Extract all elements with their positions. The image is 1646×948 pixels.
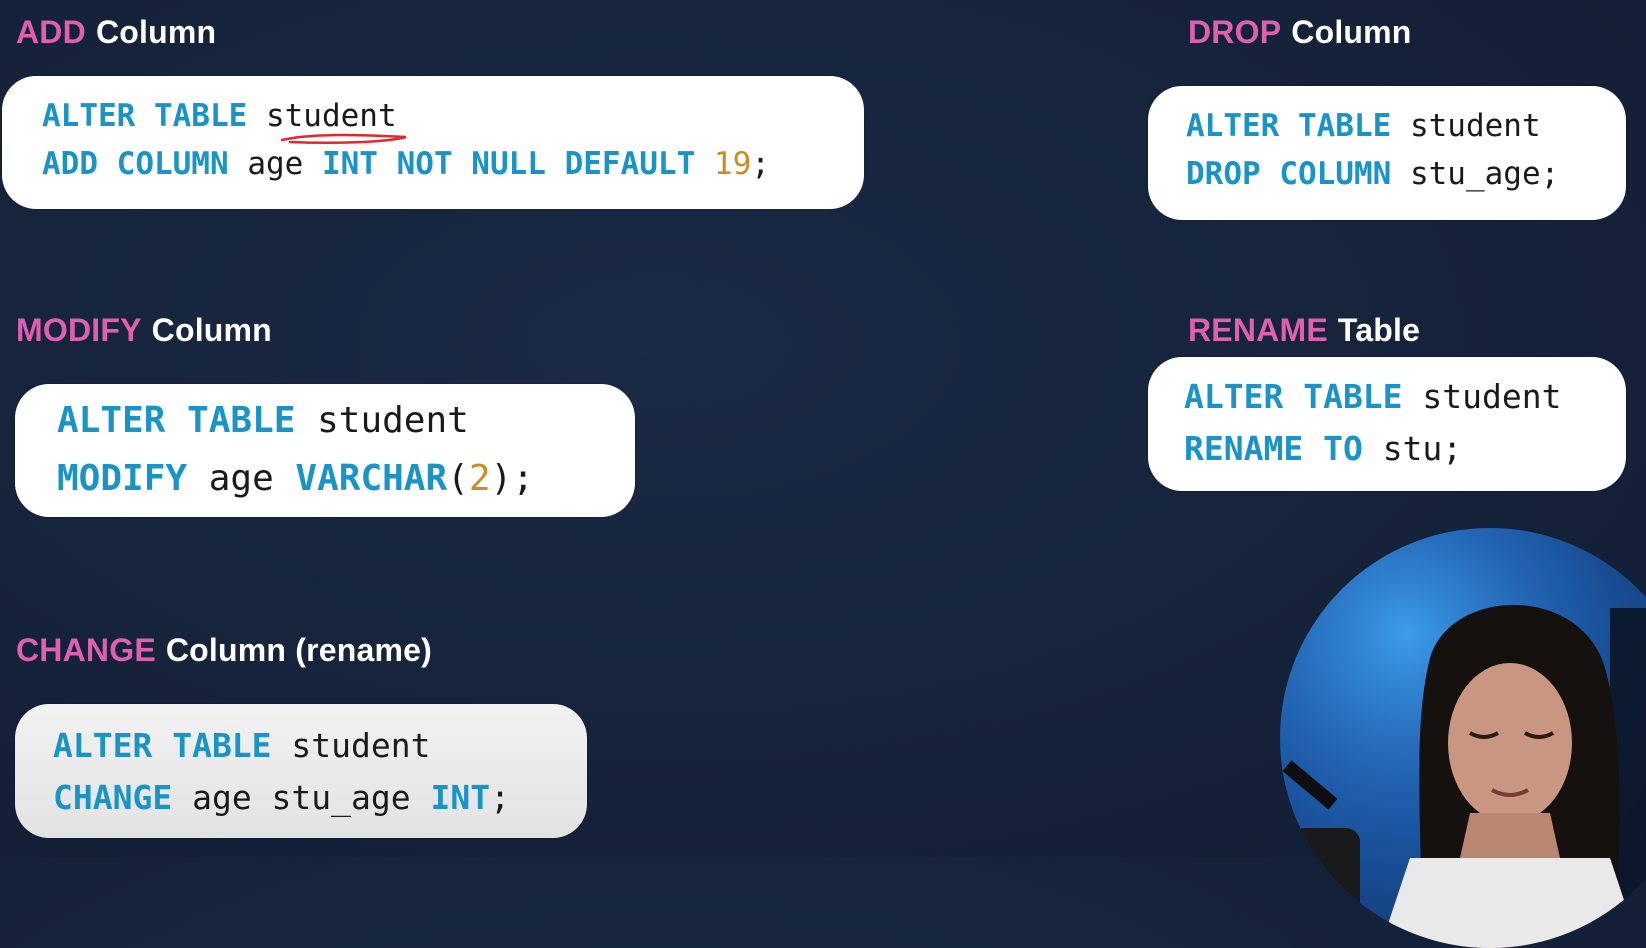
add-column-title: ADD Column — [16, 14, 216, 51]
rename-title-rest: Table — [1337, 312, 1421, 348]
code-token: ; — [751, 146, 770, 182]
modify-title-rest: Column — [151, 312, 272, 348]
code-token: CHANGE — [53, 778, 193, 817]
code-token: DROP COLUMN — [1186, 156, 1410, 192]
rename-title-keyword: RENAME — [1188, 312, 1328, 348]
code-token: 2 — [468, 458, 491, 499]
code-token: age stu_age — [192, 778, 431, 817]
code-token: ALTER TABLE — [1186, 108, 1410, 144]
add-code-line-1: ALTER TABLE student — [42, 98, 397, 134]
drop-title-keyword: DROP — [1188, 14, 1282, 50]
presenter-silhouette — [1280, 528, 1646, 948]
code-token: MODIFY — [57, 458, 209, 499]
code-token: ); — [490, 458, 534, 499]
code-token: ALTER TABLE — [53, 726, 292, 765]
code-token: student — [1422, 377, 1562, 416]
code-token: ; — [490, 778, 510, 817]
code-token: age — [208, 458, 296, 499]
code-token: 19 — [713, 146, 752, 182]
drop-column-code-card: ALTER TABLE student DROP COLUMN stu_age; — [1148, 86, 1626, 220]
rename-table-code-card: ALTER TABLE student RENAME TO stu; — [1148, 357, 1626, 491]
add-code-line-2: ADD COLUMN age INT NOT NULL DEFAULT 19; — [42, 146, 770, 182]
change-column-title: CHANGE Column (rename) — [16, 632, 432, 669]
code-token: ADD COLUMN — [42, 146, 248, 182]
code-token: student — [291, 726, 431, 765]
modify-column-code-card: ALTER TABLE student MODIFY age VARCHAR(2… — [15, 384, 635, 517]
red-underline-annotation — [280, 133, 407, 145]
change-title-keyword: CHANGE — [16, 632, 156, 668]
code-token: stu; — [1382, 429, 1463, 468]
code-token: ALTER TABLE — [42, 98, 266, 134]
code-token: student — [1409, 108, 1541, 144]
modify-title-keyword: MODIFY — [16, 312, 142, 348]
modify-column-title: MODIFY Column — [16, 312, 272, 349]
code-token: stu_age; — [1409, 156, 1560, 192]
drop-code-line-1: ALTER TABLE student — [1186, 108, 1541, 144]
code-token: ALTER TABLE — [57, 400, 318, 441]
modify-code-line-2: MODIFY age VARCHAR(2); — [57, 458, 534, 499]
modify-code-line-1: ALTER TABLE student — [57, 400, 469, 441]
code-token: ALTER TABLE — [1184, 377, 1423, 416]
change-code-line-2: CHANGE age stu_age INT; — [53, 778, 510, 817]
code-token: age — [247, 146, 322, 182]
rename-code-line-1: ALTER TABLE student — [1184, 377, 1562, 416]
rename-code-line-2: RENAME TO stu; — [1184, 429, 1462, 468]
add-column-code-card: ALTER TABLE student ADD COLUMN age INT N… — [2, 76, 864, 209]
change-title-rest: Column (rename) — [165, 632, 433, 668]
code-token: student — [265, 98, 397, 134]
change-code-line-1: ALTER TABLE student — [53, 726, 431, 765]
code-token: student — [317, 400, 469, 441]
code-token: RENAME TO — [1184, 429, 1383, 468]
drop-column-title: DROP Column — [1188, 14, 1412, 51]
code-token: INT — [430, 778, 491, 817]
presenter-webcam — [1280, 528, 1646, 948]
rename-table-title: RENAME Table — [1188, 312, 1420, 349]
code-token: VARCHAR — [295, 458, 448, 499]
drop-title-rest: Column — [1291, 14, 1412, 50]
change-column-code-card: ALTER TABLE student CHANGE age stu_age I… — [15, 704, 587, 838]
code-token: INT NOT NULL DEFAULT — [321, 146, 714, 182]
drop-code-line-2: DROP COLUMN stu_age; — [1186, 156, 1559, 192]
add-title-keyword: ADD — [16, 14, 86, 50]
code-token: ( — [447, 458, 469, 499]
add-title-rest: Column — [95, 14, 217, 50]
